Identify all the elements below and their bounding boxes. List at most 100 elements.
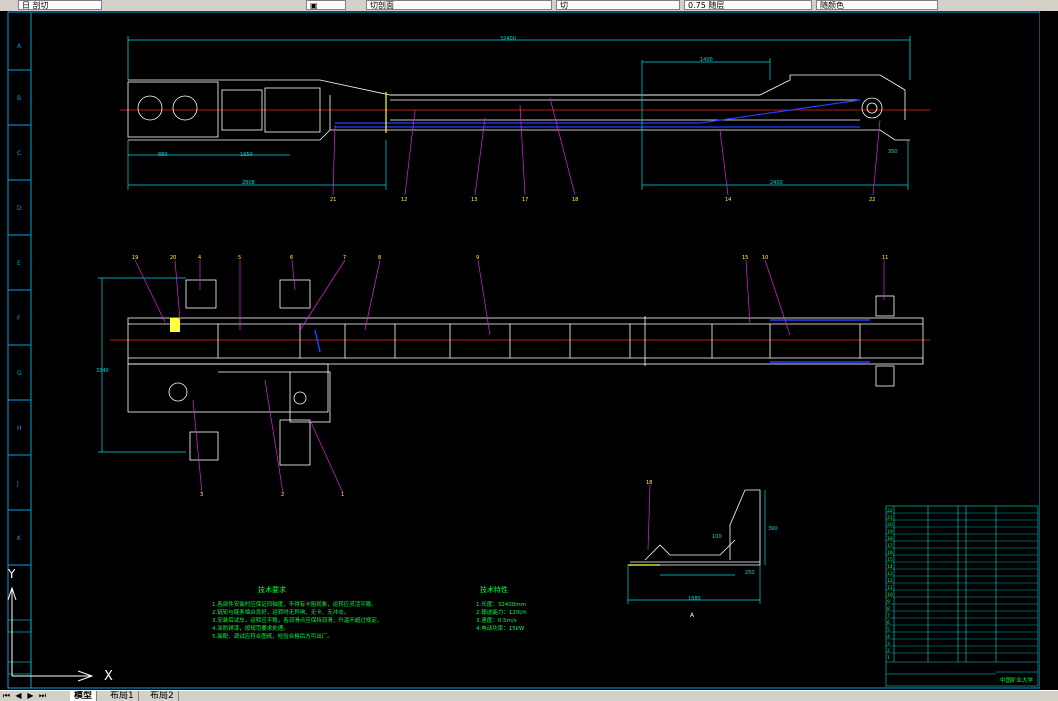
bom-row: 8 [887,606,890,612]
color-value: 切剖面 [370,1,394,10]
layer-tools[interactable]: ▣ [306,0,346,10]
bom-row: 16 [887,550,893,556]
callout-21: 21 [330,197,336,203]
drawing-canvas[interactable]: ABC DEF GHJ K ABC DEF GHJ K 32400 [0,11,1058,690]
ucs-icon [7,586,94,682]
detail-dims [627,490,766,604]
bom-row: 10 [887,592,893,598]
svg-text:H: H [17,425,22,432]
title-block: 22 21 20 19 18 17 16 15 14 13 12 11 10 9… [885,505,1039,687]
callout-10: 10 [762,255,768,261]
tech-req-title: 技术要求 [258,585,286,594]
callout-14: 14 [725,197,731,203]
tech-req-line-2: 2.链轮与链条啮合良好，运转时无异响，无卡、无冲击。 [212,608,349,616]
bom-row: 14 [887,564,893,570]
plan-yellow-marker [170,318,180,332]
bom-row-lines [886,512,1038,654]
plan-callouts: 19 20 4 5 6 7 8 9 15 10 11 3 2 1 [132,255,888,498]
svg-text:G: G [17,370,22,377]
svg-text:F: F [17,315,21,322]
tech-requirements: 技术要求 1.各部件安装时应保证同轴度，不得有卡阻现象，运转应灵活平稳。 2.链… [212,585,382,640]
tech-specs: 技术特性 1.长度：32400mm 2.输送能力：120t/h 3.速度：0.5… [476,585,527,632]
frame-zone-ticks [8,69,1052,566]
right-scroll-area[interactable] [1040,11,1058,690]
callout-1: 1 [341,492,344,498]
callout-20: 20 [170,255,176,261]
elevation-bottom-dims [127,58,909,190]
callout-7: 7 [343,255,346,261]
dim-1400: 1400 [700,57,713,63]
lineweight-value: 0.75 随层 [688,1,725,10]
bom-row: 13 [887,571,893,577]
lineweight-dropdown[interactable]: 0.75 随层 [684,0,812,10]
callout-11: 11 [882,255,888,261]
plan-crossbars [217,316,861,366]
dim-1650: 1650 [240,152,253,158]
detail-label: A [690,612,695,619]
tech-req-line-5: 5.装配、调试应符合图纸，检验合格后方可出厂。 [212,632,333,640]
drawing-svg: ABC DEF GHJ K ABC DEF GHJ K 32400 [7,11,1053,689]
callout-4: 4 [198,255,201,261]
elevation-frame-outline [127,74,910,141]
drawing-frame [7,11,1053,689]
ucs-x-label: X [104,669,113,684]
tech-spec-line-3: 3.速度：0.5m/s [476,616,517,624]
bom-row: 5 [887,627,890,633]
plan-width-dim [98,277,186,453]
bom-row: 9 [887,599,890,605]
bom-row: 12 [887,578,893,584]
svg-text:D: D [17,205,22,212]
bom-row: 17 [887,543,893,549]
dim-1680: 1680 [688,596,701,602]
callout-2: 2 [281,492,284,498]
dim-3340: 3340 [96,368,109,374]
plan-leaders [134,259,885,494]
callout-13: 13 [471,197,477,203]
callout-3: 3 [200,492,203,498]
callout-12: 12 [401,197,407,203]
linetype-dropdown[interactable]: 切 [556,0,680,10]
dim-250: 250 [745,570,755,576]
bom-row: 18 [887,536,893,542]
dim-350: 350 [888,149,898,155]
dim-390: 390 [768,526,778,532]
detail-outline [628,489,761,566]
elevation-view: 32400 880 1650 2808 2400 1400 350 21 12 … [120,36,930,203]
svg-text:K: K [17,535,22,542]
bom-row: 22 [887,508,893,514]
svg-text:A: A [17,43,22,50]
callout-19: 19 [132,255,138,261]
layer-dropdown[interactable]: 日 剖切 [18,0,102,10]
color-dropdown[interactable]: 切剖面 [366,0,552,10]
bom-row: 3 [887,641,890,647]
tech-spec-line-2: 2.输送能力：120t/h [476,608,527,616]
tech-req-line-4: 4.涂防锈漆，按规范要求处理。 [212,624,289,632]
bom-row: 19 [887,529,893,535]
title-block-company: 中国矿业大学 [1000,676,1034,684]
plotstyle-dropdown[interactable]: 随颜色 [816,0,938,10]
elevation-callouts: 21 12 13 17 18 14 22 [330,197,875,203]
prev-tab-icon[interactable]: ◀ [14,692,23,700]
svg-text:C: C [17,150,21,157]
bom-row: 2 [887,648,890,654]
dim-100: 100 [712,534,722,540]
layer-value: 日 剖切 [22,1,49,10]
next-tab-icon[interactable]: ▶ [26,692,35,700]
callout-17: 17 [522,197,528,203]
callout-22: 22 [869,197,875,203]
callout-6: 6 [290,255,293,261]
tech-spec-line-1: 1.长度：32400mm [476,600,526,608]
bom-row: 11 [887,585,893,591]
bom-row: 21 [887,515,893,521]
bom-row: 7 [887,613,890,619]
layout-tabs-bar: ⏮ ◀ ▶ ⏭ 模型 布局1 布局2 [0,690,1058,701]
dim-880: 880 [158,152,168,158]
bom-row: 1 [887,655,890,661]
elevation-leaders [332,97,881,196]
plan-frame-outline [127,279,924,466]
first-tab-icon[interactable]: ⏮ [2,692,11,700]
callout-15: 15 [742,255,748,261]
callout-8: 8 [378,255,381,261]
overall-dim-text: 32400 [500,36,516,42]
last-tab-icon[interactable]: ⏭ [38,692,47,700]
